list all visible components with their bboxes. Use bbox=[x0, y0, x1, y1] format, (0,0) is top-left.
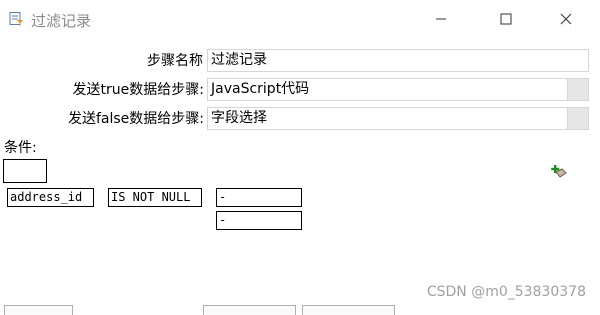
condition-right-field[interactable]: - bbox=[216, 188, 302, 207]
condition-left-field[interactable]: address_id bbox=[7, 188, 94, 207]
close-icon bbox=[560, 13, 572, 25]
maximize-icon bbox=[500, 13, 512, 25]
send-false-value: 字段选择 bbox=[211, 110, 267, 126]
condition-operator-box[interactable] bbox=[3, 159, 47, 183]
condition-right-value[interactable]: - bbox=[216, 211, 302, 230]
send-false-select[interactable]: 字段选择 bbox=[207, 107, 589, 130]
send-false-dropdown-button[interactable] bbox=[567, 108, 588, 129]
close-button[interactable] bbox=[543, 4, 589, 34]
filter-rows-icon bbox=[8, 11, 24, 27]
step-name-input[interactable]: 过滤记录 bbox=[207, 49, 589, 72]
send-false-label: 发送false数据给步骤: bbox=[67, 111, 204, 127]
maximize-button[interactable] bbox=[483, 4, 529, 34]
title-bar: 过滤记录 bbox=[0, 0, 600, 38]
minimize-icon bbox=[436, 18, 446, 20]
send-true-select[interactable]: JavaScript代码 bbox=[207, 78, 589, 101]
bottom-button-right[interactable] bbox=[302, 305, 395, 315]
window-title: 过滤记录 bbox=[31, 12, 92, 30]
minimize-button[interactable] bbox=[418, 4, 464, 34]
watermark-text: CSDN @m0_53830378 bbox=[426, 284, 586, 300]
send-true-value: JavaScript代码 bbox=[211, 81, 310, 97]
bottom-button-left[interactable] bbox=[4, 305, 73, 315]
condition-label: 条件: bbox=[4, 140, 37, 156]
condition-function[interactable]: IS NOT NULL bbox=[108, 188, 202, 207]
bottom-button-middle[interactable] bbox=[203, 305, 296, 315]
send-true-label: 发送true数据给步骤: bbox=[72, 82, 204, 98]
step-name-label: 步骤名称 bbox=[147, 53, 203, 69]
add-condition-icon[interactable] bbox=[551, 163, 569, 181]
send-true-dropdown-button[interactable] bbox=[567, 79, 588, 100]
